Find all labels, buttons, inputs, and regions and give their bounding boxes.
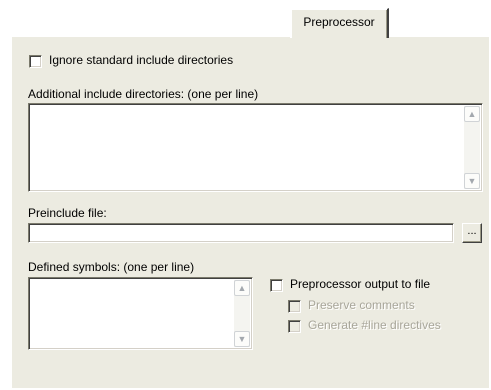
scroll-down-icon[interactable]: ▼: [464, 173, 480, 189]
defined-symbols-label: Defined symbols: (one per line): [28, 260, 195, 274]
defined-symbols-textarea[interactable]: ▲ ▼: [28, 277, 253, 350]
pp-output-label: Preprocessor output to file: [290, 277, 431, 291]
scroll-down-icon[interactable]: ▼: [234, 331, 250, 347]
pp-output-checkbox[interactable]: [270, 279, 283, 292]
ignore-std-include-label: Ignore standard include directories: [49, 53, 234, 67]
include-dirs-label: Additional include directories: (one per…: [28, 87, 259, 101]
tab-preprocessor[interactable]: Preprocessor: [290, 8, 389, 38]
line-directives-label: Generate #line directives: [308, 318, 441, 332]
preinclude-input[interactable]: [28, 223, 454, 243]
include-dirs-textarea[interactable]: ▲ ▼: [28, 103, 483, 192]
preserve-comments-label: Preserve comments: [308, 298, 415, 312]
preprocessor-panel: Ignore standard include directories Addi…: [11, 36, 489, 388]
scroll-up-icon[interactable]: ▲: [464, 106, 480, 122]
preserve-comments-checkbox[interactable]: [288, 300, 301, 313]
tab-preprocessor-label: Preprocessor: [303, 14, 375, 29]
line-directives-checkbox[interactable]: [288, 320, 301, 333]
include-dirs-scrollbar[interactable]: ▲ ▼: [464, 106, 480, 189]
defined-symbols-scrollbar[interactable]: ▲ ▼: [234, 280, 250, 347]
browse-button[interactable]: ...: [462, 223, 482, 243]
preinclude-label: Preinclude file:: [28, 206, 107, 220]
options-dialog: Preprocessor Ignore standard include dir…: [0, 0, 491, 390]
scroll-up-icon[interactable]: ▲: [234, 280, 250, 296]
ignore-std-include-checkbox[interactable]: [29, 55, 42, 68]
